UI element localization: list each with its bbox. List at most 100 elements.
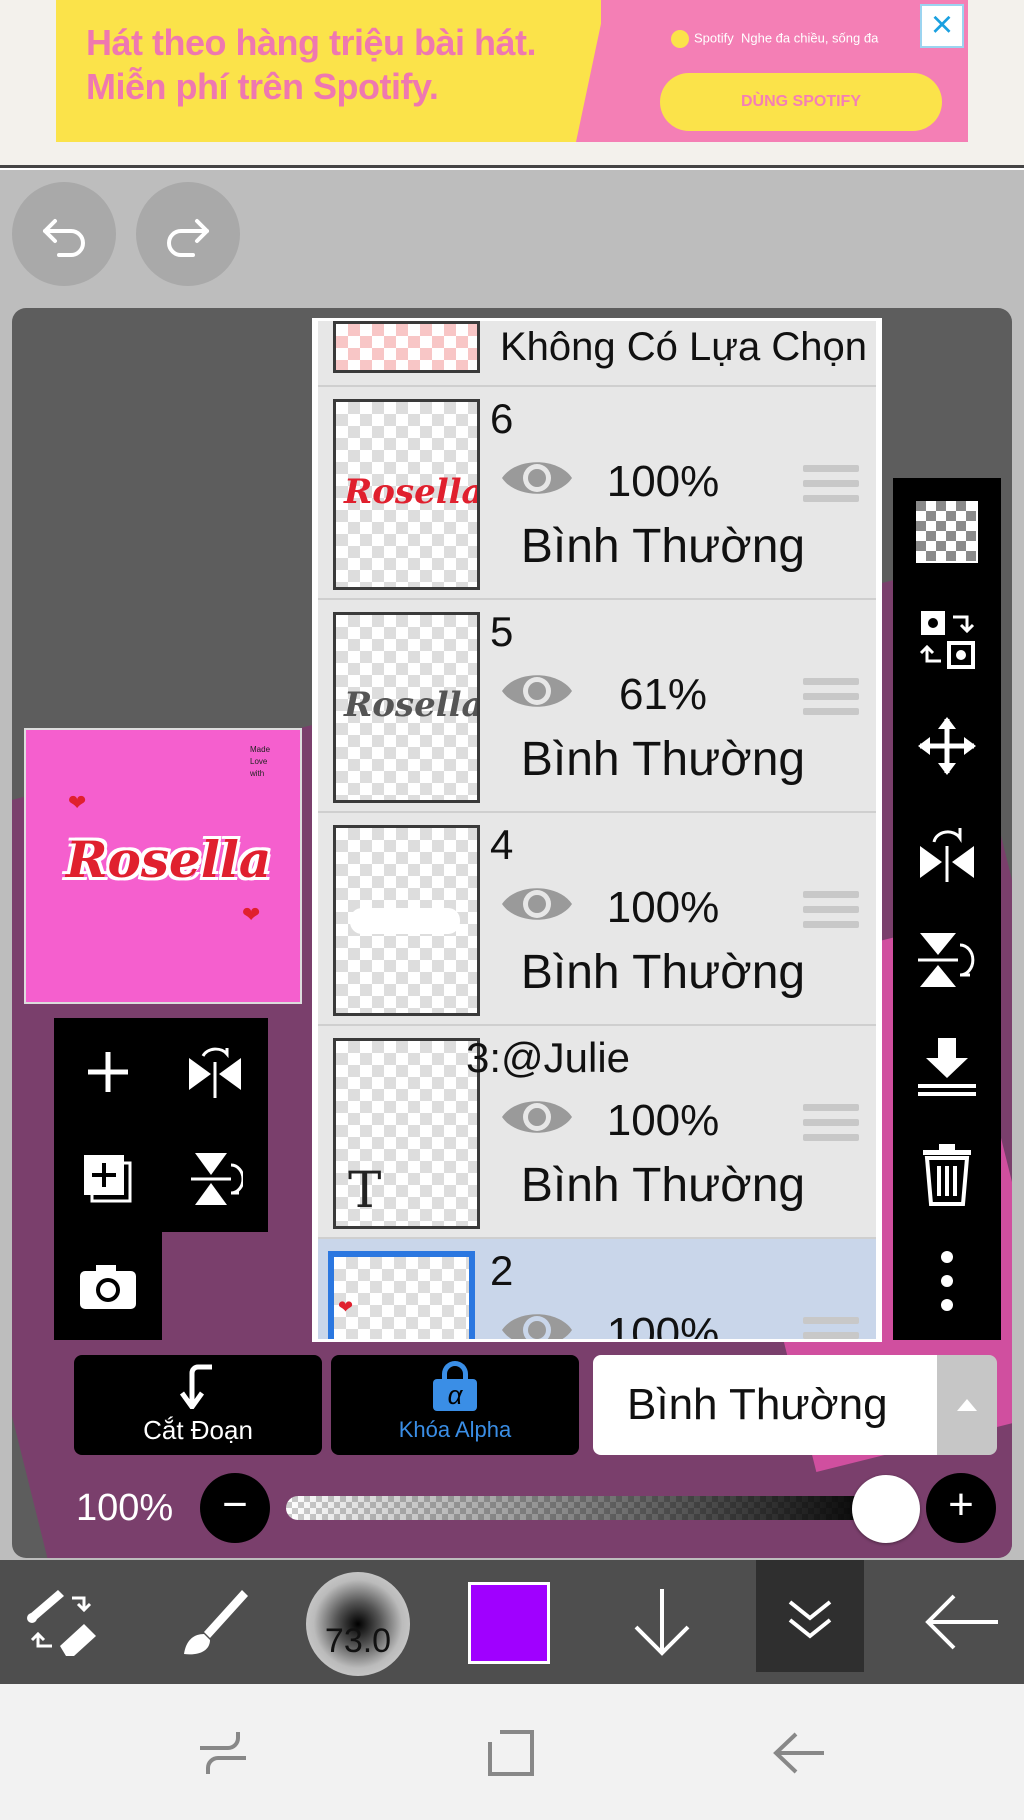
- move-icon: [918, 716, 976, 775]
- double-chevron-down-icon: [788, 1600, 832, 1639]
- layer-name: 4: [490, 821, 514, 868]
- tool-switch-button[interactable]: [0, 1560, 124, 1684]
- flip-horizontal-button[interactable]: [161, 1018, 268, 1125]
- layer-opacity: 61%: [618, 670, 708, 719]
- flip-vertical-icon: [918, 932, 975, 987]
- layer-row[interactable]: Rosella 6 100% Bình Thường: [318, 387, 876, 600]
- ad-headline-1: Hát theo hàng triệu bài hát.: [86, 22, 537, 63]
- alpha-lock-button[interactable]: α Khóa Alpha: [331, 1355, 579, 1455]
- heart-icon: ❤: [242, 902, 261, 927]
- layer-opacity-label: 100%: [76, 1487, 174, 1529]
- swap-icon: [919, 610, 975, 669]
- selection-thumbnail: [333, 321, 480, 373]
- layer-opacity: 100%: [606, 883, 720, 932]
- layer-tools-bar: [893, 478, 1001, 1340]
- recent-apps-icon[interactable]: [196, 1728, 250, 1778]
- layer-panel[interactable]: Không Có Lựa Chọn Rosella 6 100% Bình Th…: [312, 318, 882, 1342]
- trash-icon: [923, 1143, 971, 1206]
- camera-button[interactable]: [54, 1232, 161, 1339]
- blend-mode-select[interactable]: Bình Thường: [593, 1355, 937, 1455]
- transparent-layer-button[interactable]: [893, 478, 1001, 585]
- flip-vertical-layer-button[interactable]: [893, 906, 1001, 1013]
- layer-name: 2: [490, 1247, 514, 1294]
- layer-row[interactable]: Rosella 5 61% Bình Thường: [318, 600, 876, 813]
- layer-thumbnail: [333, 825, 480, 1016]
- blend-mode-dropdown-button[interactable]: [937, 1355, 997, 1455]
- opacity-increase-button[interactable]: +: [926, 1473, 996, 1543]
- canvas-preview[interactable]: Made Love with ❤ ❤ Rosella: [24, 728, 302, 1004]
- brush-size-value: 73.0: [324, 1622, 392, 1660]
- opacity-slider-track[interactable]: [286, 1496, 886, 1520]
- delete-layer-button[interactable]: [893, 1120, 1001, 1227]
- ad-brand: Spotify Nghe đa chiều, sống đa: [671, 30, 878, 48]
- ad-tagline: Nghe đa chiều, sống đa: [740, 30, 879, 46]
- more-options-button[interactable]: [893, 1227, 1001, 1334]
- camera-icon: [79, 1264, 136, 1309]
- swap-layers-button[interactable]: [893, 585, 1001, 692]
- drag-handle-icon[interactable]: [803, 891, 859, 936]
- flip-horizontal-icon: [920, 827, 974, 882]
- layer-row[interactable]: 4 100% Bình Thường: [318, 813, 876, 1026]
- arrow-left-icon: [925, 1594, 998, 1650]
- home-icon[interactable]: [486, 1728, 538, 1778]
- preview-art-text: Rosella: [66, 830, 272, 889]
- merge-down-icon: [918, 1037, 976, 1096]
- lock-icon: α: [433, 1361, 477, 1411]
- heart-icon: ❤: [338, 1297, 354, 1317]
- visibility-eye-icon[interactable]: [498, 453, 576, 503]
- visibility-eye-icon[interactable]: [498, 1305, 576, 1342]
- layer-thumb-text: Rosella: [344, 685, 480, 725]
- layer-row-selected[interactable]: ❤ 2 100%: [318, 1239, 876, 1342]
- layer-thumbnail: Rosella: [333, 612, 480, 803]
- heart-icon: ❤: [68, 790, 87, 815]
- back-button[interactable]: [900, 1560, 1024, 1684]
- layer-name: 6: [490, 395, 514, 442]
- arrow-down-icon: [634, 1589, 690, 1656]
- selection-label: Không Có Lựa Chọn: [500, 325, 868, 369]
- ad-content[interactable]: Hát theo hàng triệu bài hát. Miễn phí tr…: [56, 0, 968, 142]
- ad-headline-2: Miễn phí trên Spotify.: [86, 66, 439, 107]
- scroll-down-button[interactable]: [612, 1560, 712, 1684]
- back-nav-icon[interactable]: [772, 1730, 828, 1776]
- visibility-eye-icon[interactable]: [498, 879, 576, 929]
- flip-vertical-button[interactable]: [161, 1125, 268, 1232]
- ad-cta-button[interactable]: DÙNG SPOTIFY: [660, 73, 942, 131]
- opacity-slider-knob[interactable]: [852, 1475, 920, 1543]
- merge-down-button[interactable]: [893, 1013, 1001, 1120]
- layer-blend-mode: Bình Thường: [520, 946, 806, 999]
- drag-handle-icon[interactable]: [803, 678, 859, 723]
- plus-icon: [87, 1051, 128, 1092]
- close-icon[interactable]: ×: [920, 4, 964, 48]
- layer-thumbnail: ❤: [328, 1251, 475, 1339]
- undo-button[interactable]: [12, 182, 116, 286]
- redo-icon: [167, 219, 209, 257]
- redo-button[interactable]: [136, 182, 240, 286]
- drag-handle-icon[interactable]: [803, 1317, 859, 1339]
- duplicate-layer-button[interactable]: [54, 1125, 161, 1232]
- ad-banner[interactable]: Hát theo hàng triệu bài hát. Miễn phí tr…: [0, 0, 1024, 168]
- drag-handle-icon[interactable]: [803, 1104, 859, 1149]
- ad-brand-name: Spotify: [694, 30, 734, 46]
- opacity-decrease-button[interactable]: −: [200, 1473, 270, 1543]
- flip-horizontal-layer-button[interactable]: [893, 799, 1001, 906]
- visibility-eye-icon[interactable]: [498, 666, 576, 716]
- add-layer-button[interactable]: [54, 1018, 161, 1125]
- selection-layer-row[interactable]: Không Có Lựa Chọn: [318, 321, 876, 387]
- brush-icon: [184, 1590, 248, 1655]
- clipping-button[interactable]: Cắt Đoạn: [74, 1355, 322, 1455]
- layer-row[interactable]: T 3:@Julie 100% Bình Thường: [318, 1026, 876, 1239]
- brush-tool-button[interactable]: [152, 1560, 276, 1684]
- color-swatch-button[interactable]: [468, 1582, 550, 1664]
- flip-horizontal-icon: [188, 1047, 241, 1098]
- layer-blend-mode: Bình Thường: [520, 1159, 806, 1212]
- layer-opacity: 100%: [606, 1309, 720, 1342]
- undo-icon: [43, 219, 85, 257]
- layers-button[interactable]: [756, 1560, 864, 1672]
- move-button[interactable]: [893, 692, 1001, 799]
- clipping-label: Cắt Đoạn: [143, 1415, 253, 1445]
- clipping-arrow-icon: [179, 1364, 212, 1409]
- system-nav-bar: [0, 1684, 1024, 1820]
- visibility-eye-icon[interactable]: [498, 1092, 576, 1142]
- layer-thumbnail: T: [333, 1038, 480, 1229]
- drag-handle-icon[interactable]: [803, 465, 859, 510]
